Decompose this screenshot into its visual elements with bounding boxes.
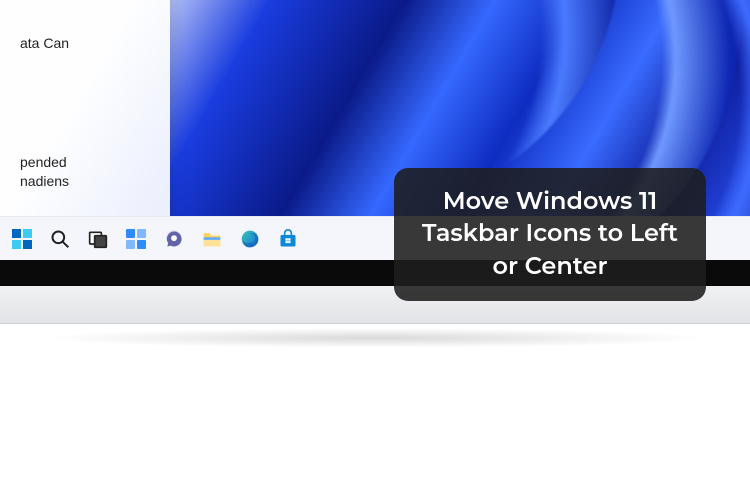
chat-icon[interactable] xyxy=(162,227,186,251)
search-icon[interactable] xyxy=(48,227,72,251)
laptop-shadow xyxy=(40,328,710,348)
thumbnail-frame: ata Can pended nadiens xyxy=(0,0,750,340)
widget-text-line: nadiens xyxy=(20,172,154,191)
edge-icon[interactable] xyxy=(238,227,262,251)
widgets-icon[interactable] xyxy=(124,227,148,251)
title-overlay: Move Windows 11 Taskbar Icons to Left or… xyxy=(394,168,706,301)
store-icon[interactable] xyxy=(276,227,300,251)
news-widget-panel: ata Can pended nadiens xyxy=(0,0,170,216)
file-explorer-icon[interactable] xyxy=(200,227,224,251)
task-view-icon[interactable] xyxy=(86,227,110,251)
overlay-title: Move Windows 11 Taskbar Icons to Left or… xyxy=(422,187,678,281)
start-icon[interactable] xyxy=(10,227,34,251)
widget-text-line: ata Can xyxy=(20,34,154,53)
widget-text-line: pended xyxy=(20,153,154,172)
